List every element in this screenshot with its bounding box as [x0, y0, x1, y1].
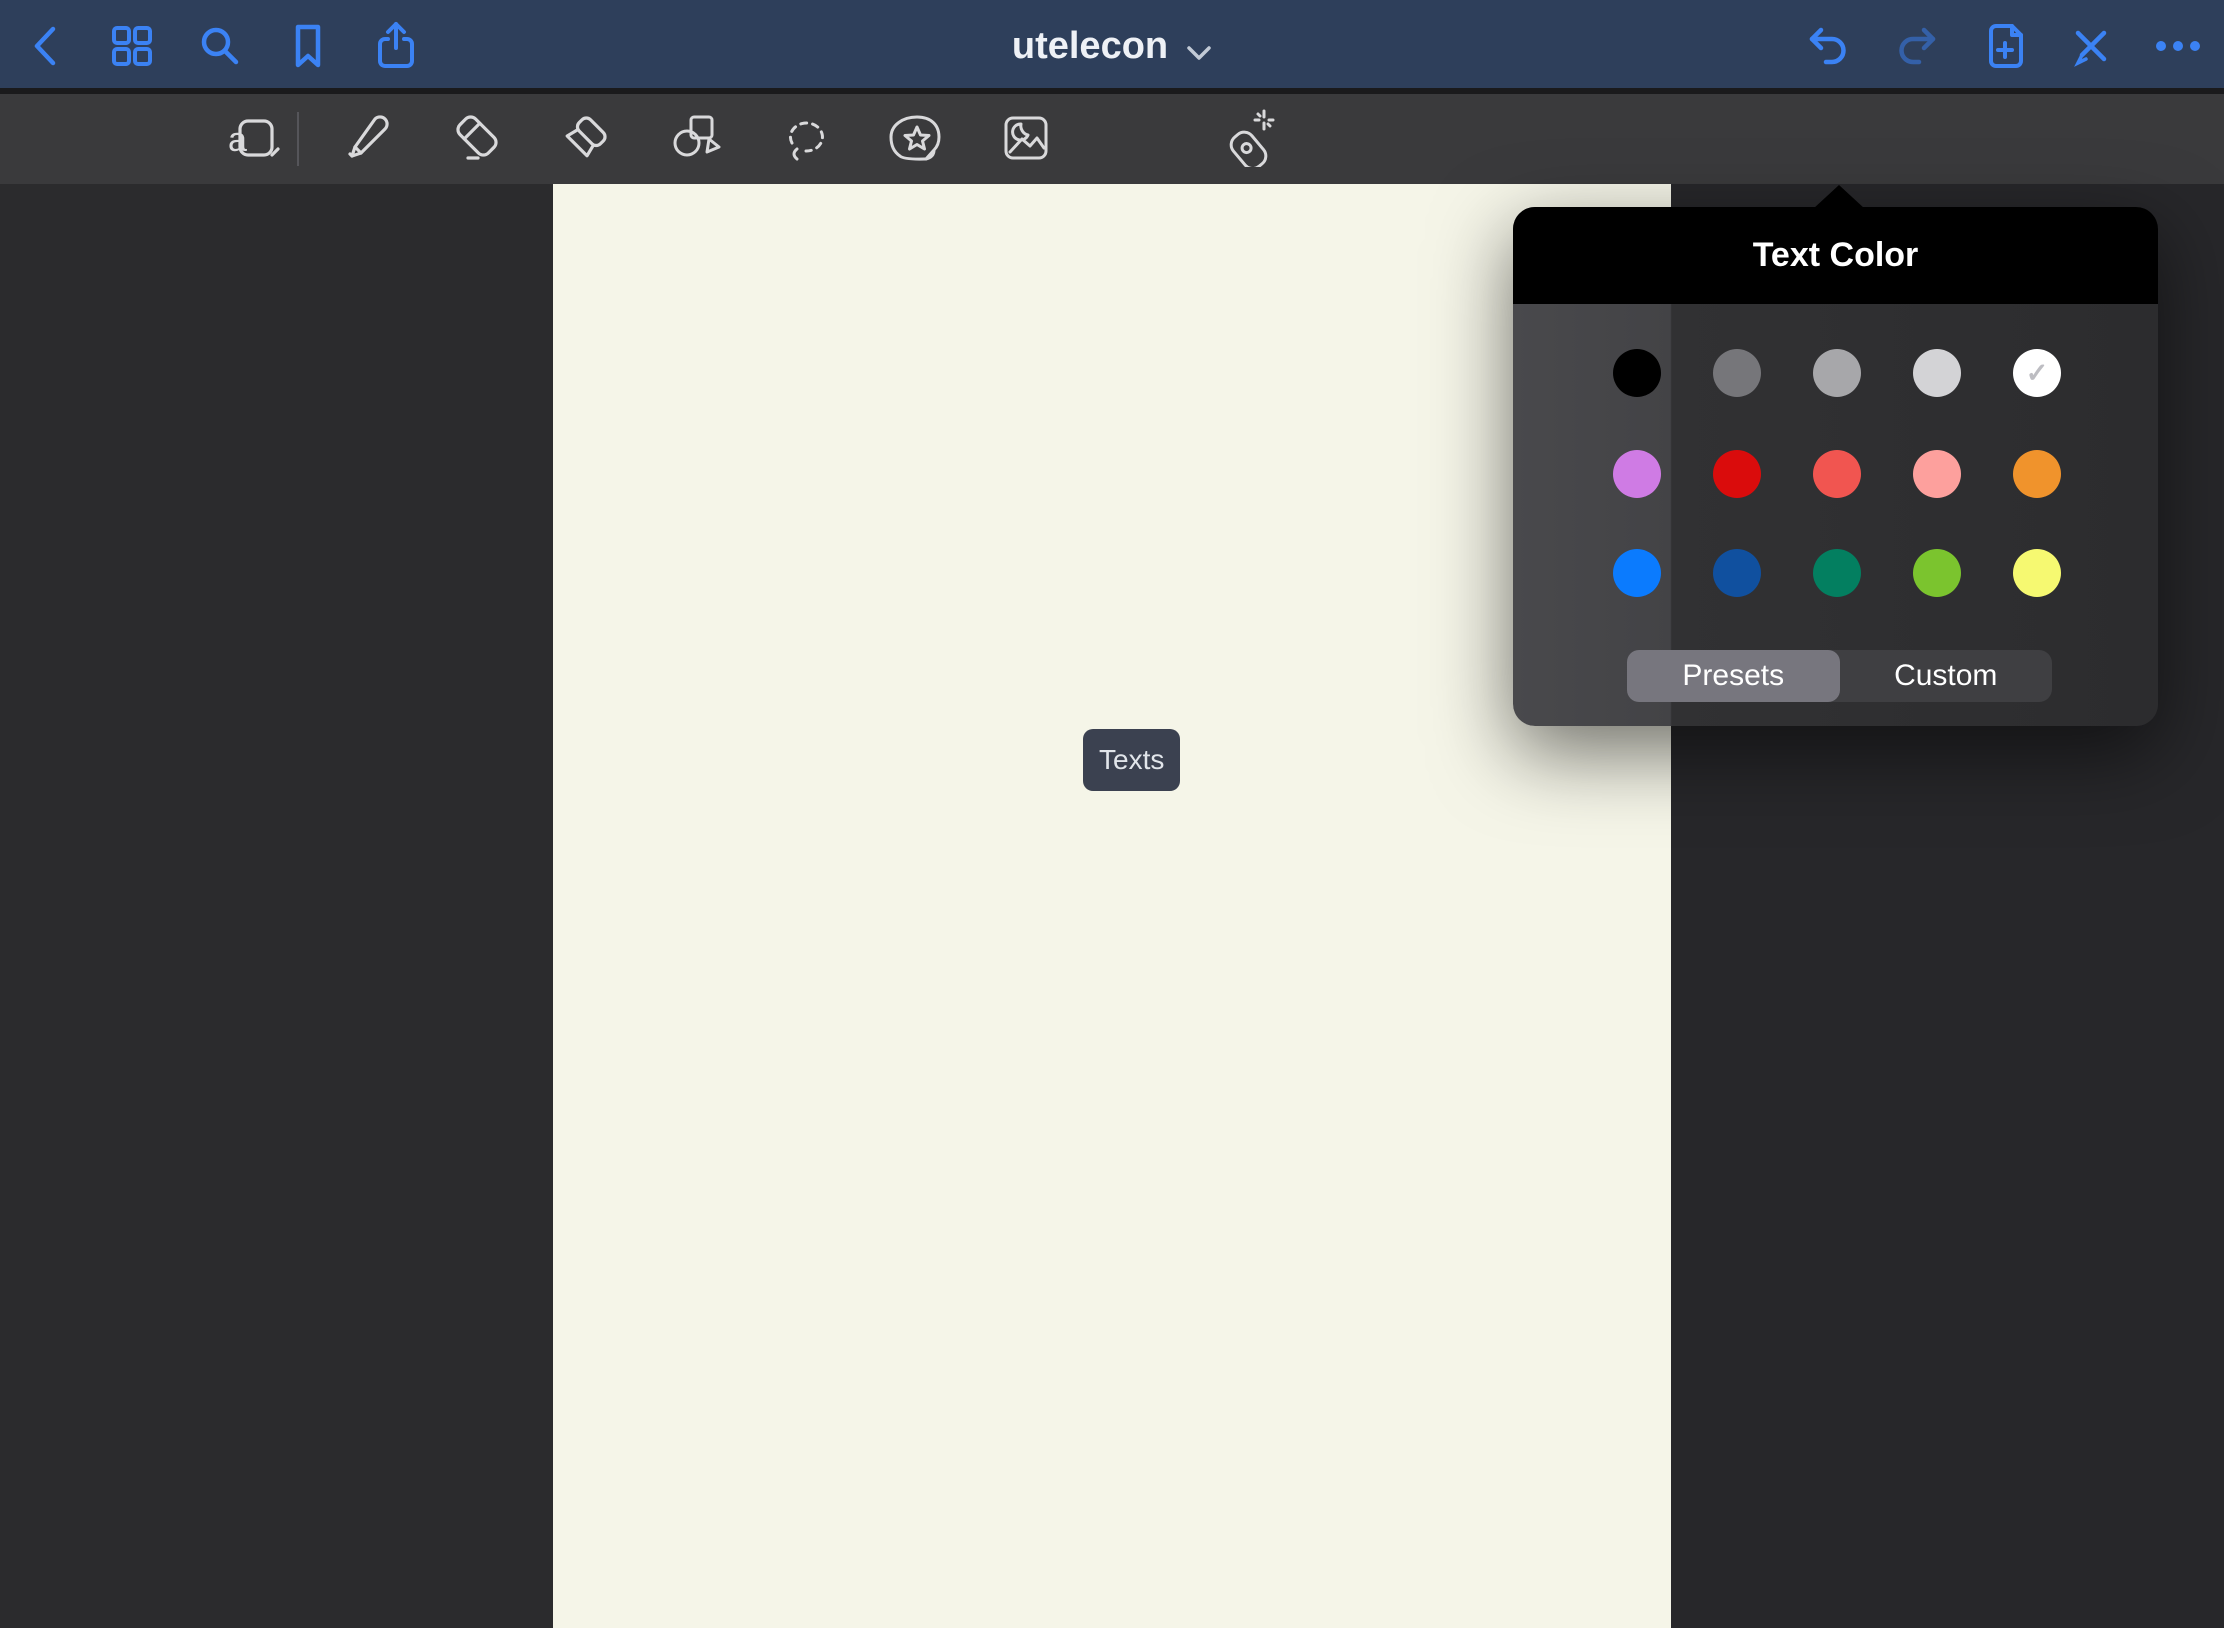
scroll-mode-icon: a: [224, 109, 282, 170]
swatch-purple[interactable]: [1613, 450, 1661, 498]
swatch-red[interactable]: [1713, 450, 1761, 498]
swatch-coral[interactable]: [1813, 450, 1861, 498]
swatch-teal-green[interactable]: [1813, 549, 1861, 597]
search-button[interactable]: [185, 0, 255, 92]
swatch-gray[interactable]: [1813, 349, 1861, 397]
canvas-text-object[interactable]: Texts: [1083, 729, 1180, 791]
stylus-cross-icon: [2068, 23, 2114, 69]
document-title-label: utelecon: [1012, 25, 1168, 68]
swatch-white[interactable]: [2013, 349, 2061, 397]
page-thumbnails-icon: [109, 23, 155, 69]
eraser-tool[interactable]: [434, 94, 520, 184]
undo-icon: [1804, 23, 1852, 69]
tab-presets[interactable]: Presets: [1627, 650, 1840, 702]
swatch-black[interactable]: [1613, 349, 1661, 397]
canvas-page[interactable]: Texts: [553, 184, 1671, 1628]
presets-custom-segmented-control: Presets Custom: [1627, 650, 2052, 702]
tab-custom[interactable]: Custom: [1840, 650, 2053, 702]
title-chevron-down-icon: [1186, 28, 1212, 71]
swatch-light-gray[interactable]: [1913, 349, 1961, 397]
add-page-button[interactable]: [1970, 0, 2040, 92]
pen-icon: [339, 109, 397, 170]
app-window: utelecon: [0, 0, 2224, 1628]
popup-callout-arrow: [1813, 185, 1865, 209]
tool-toolbar: a: [0, 94, 2224, 184]
swatch-dark-gray[interactable]: [1713, 349, 1761, 397]
image-icon: [997, 109, 1055, 170]
svg-text:a: a: [228, 121, 247, 159]
lasso-icon: [777, 109, 835, 170]
swatch-yellow[interactable]: [2013, 549, 2061, 597]
laser-pointer-icon: [1218, 109, 1278, 170]
shapes-tool[interactable]: [653, 94, 739, 184]
back-chevron-icon: [27, 23, 67, 69]
thumbnails-button[interactable]: [97, 0, 167, 92]
toolbar-divider: [297, 112, 299, 166]
highlighter-tool[interactable]: [544, 94, 630, 184]
undo-button[interactable]: [1793, 0, 1863, 92]
bookmark-button[interactable]: [273, 0, 343, 92]
share-icon: [374, 21, 418, 71]
swatch-orange[interactable]: [2013, 450, 2061, 498]
laser-pointer-tool[interactable]: [1205, 94, 1291, 184]
swatch-grid: [1513, 349, 2158, 621]
more-button[interactable]: [2143, 0, 2213, 92]
stylus-toggle-button[interactable]: [2056, 0, 2126, 92]
bookmark-icon: [286, 22, 330, 70]
text-color-popup: Text Color Presets Custom: [1513, 207, 2158, 726]
swatch-navy-blue[interactable]: [1713, 549, 1761, 597]
redo-button[interactable]: [1882, 0, 1952, 92]
image-tool[interactable]: [983, 94, 1069, 184]
swatch-pink[interactable]: [1913, 450, 1961, 498]
back-button[interactable]: [12, 0, 82, 92]
swatch-blue[interactable]: [1613, 549, 1661, 597]
add-page-icon: [1983, 21, 2027, 71]
search-icon: [197, 23, 243, 69]
shapes-icon: [667, 109, 725, 170]
eraser-icon: [448, 109, 506, 170]
popup-title: Text Color: [1513, 207, 2158, 304]
swatch-green[interactable]: [1913, 549, 1961, 597]
highlighter-icon: [558, 109, 616, 170]
lasso-tool[interactable]: [763, 94, 849, 184]
redo-icon: [1893, 23, 1941, 69]
scroll-mode-tool[interactable]: a: [210, 94, 296, 184]
navigation-bar: utelecon: [0, 0, 2224, 92]
stickers-tool[interactable]: [874, 94, 960, 184]
more-ellipsis-icon: [2154, 39, 2202, 53]
share-button[interactable]: [361, 0, 431, 92]
stickers-star-icon: [887, 109, 947, 170]
pen-tool[interactable]: [325, 94, 411, 184]
